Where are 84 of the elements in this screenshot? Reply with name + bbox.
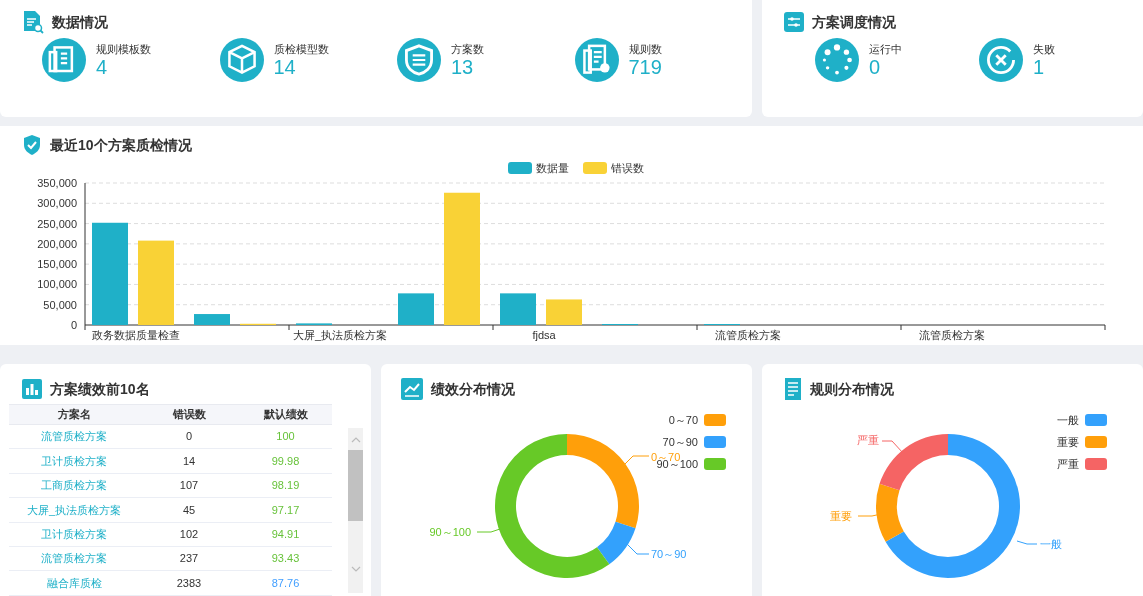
leader-line xyxy=(624,541,650,555)
card-title: 方案调度情况 xyxy=(812,12,896,32)
bar xyxy=(546,299,582,325)
axis-label: 300,000 xyxy=(37,197,77,210)
document-search-icon xyxy=(22,10,44,34)
column-header: 错误数 xyxy=(171,407,207,422)
stat-label: 失败 xyxy=(1033,42,1055,56)
card-title: 规则分布情况 xyxy=(810,379,894,399)
failed-icon xyxy=(979,38,1023,82)
stat-label: 规则数 xyxy=(628,42,662,56)
leader-line xyxy=(476,528,501,533)
table-cell-text: 107 xyxy=(178,478,200,494)
table-cell-text: 2383 xyxy=(175,575,203,591)
table-cell-text: 99.98 xyxy=(270,453,301,469)
slice-label: 重要 xyxy=(830,510,852,522)
axis-label: 350,000 xyxy=(37,177,77,189)
column-header: 方案名 xyxy=(56,407,92,422)
stat-value: 13 xyxy=(451,56,475,78)
stat-value: 1 xyxy=(1033,56,1046,78)
card-title: 方案绩效前10名 xyxy=(50,379,150,399)
axis-label: 大屏_执法质检方案 xyxy=(292,329,388,341)
axis-label: 50,000 xyxy=(43,298,77,311)
bar-chart-icon xyxy=(22,379,42,399)
legend-label[interactable]: 0～70 xyxy=(668,414,698,426)
slice-label: 严重 xyxy=(857,434,879,446)
stat-label: 质检模型数 xyxy=(273,42,329,56)
scrollbar-thumb[interactable] xyxy=(348,450,363,521)
bar xyxy=(398,293,434,325)
table-cell-text: 94.91 xyxy=(270,527,301,542)
table-cell-text: 237 xyxy=(178,551,200,567)
sliders-icon xyxy=(784,12,804,32)
table-cell-text: 14 xyxy=(181,453,197,469)
card-title: 绩效分布情况 xyxy=(431,379,515,399)
leader-line xyxy=(881,440,904,454)
stat-label: 方案数 xyxy=(451,42,484,56)
scrollbar[interactable] xyxy=(348,428,363,593)
axis-label: 流管质检方案 xyxy=(919,329,985,341)
table-cell-text: 45 xyxy=(181,502,197,518)
legend-label[interactable]: 70～90 xyxy=(662,436,698,448)
slice-label: 70～90 xyxy=(651,548,687,560)
axis-label: 100,000 xyxy=(37,278,77,291)
table-cell-text: 93.43 xyxy=(270,551,301,567)
stat-value: 719 xyxy=(628,56,662,78)
book-icon xyxy=(42,38,86,82)
leader-line xyxy=(1016,540,1038,545)
bar xyxy=(500,293,536,325)
card-title: 最近10个方案质检情况 xyxy=(50,135,192,155)
trend-chart-icon xyxy=(401,378,423,400)
document-icon xyxy=(784,377,802,401)
axis-label: 150,000 xyxy=(37,258,77,271)
chevron-down-icon[interactable] xyxy=(350,566,361,572)
stat-value: 4 xyxy=(96,56,109,78)
table-cell-text: 98.19 xyxy=(270,478,301,494)
shield-check-icon xyxy=(22,134,42,156)
table-cell-text: 97.17 xyxy=(270,502,301,518)
stat-label: 运行中 xyxy=(869,42,902,56)
stat-label: 规则模板数 xyxy=(96,42,151,56)
legend-label[interactable]: 错误数 xyxy=(611,162,644,174)
table-cell-text: 0 xyxy=(184,429,194,445)
axis-label: 250,000 xyxy=(37,217,77,230)
axis-label: 200,000 xyxy=(37,237,77,250)
axis-label: fjdsa xyxy=(532,329,556,341)
loading-icon xyxy=(815,38,859,82)
bar xyxy=(194,314,230,325)
axis-label: 政务数据质量检查 xyxy=(92,329,180,341)
card-title: 数据情况 xyxy=(52,12,108,32)
document-gear-icon xyxy=(574,38,619,82)
legend-label[interactable]: 重要 xyxy=(1057,436,1079,448)
shield-icon xyxy=(397,38,441,82)
chevron-up-icon[interactable] xyxy=(350,437,361,443)
axis-label: 0 xyxy=(70,319,77,331)
column-header: 默认绩效 xyxy=(262,407,309,422)
axis-label: 流管质检方案 xyxy=(715,329,781,341)
slice-label: 90～100 xyxy=(429,526,471,538)
legend-label[interactable]: 数据量 xyxy=(536,162,569,174)
table-cell-text: 87.76 xyxy=(270,575,301,591)
stat-value: 0 xyxy=(869,56,882,78)
cube-icon xyxy=(219,38,264,82)
legend-label[interactable]: 一般 xyxy=(1057,414,1079,426)
table-cell-text: 102 xyxy=(178,527,200,542)
stat-value: 14 xyxy=(273,56,297,78)
legend-label[interactable]: 严重 xyxy=(1057,458,1079,470)
slice-label: 一般 xyxy=(1040,538,1062,550)
table-cell-text: 100 xyxy=(275,429,296,445)
